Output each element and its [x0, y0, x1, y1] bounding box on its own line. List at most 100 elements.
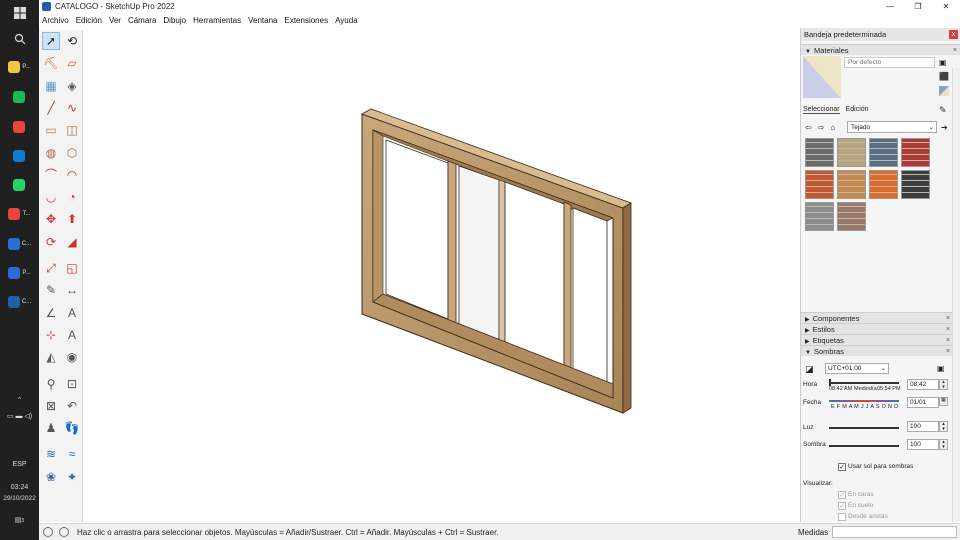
maximize-button[interactable]: ❐	[904, 0, 932, 13]
taskbar-app-7[interactable]: P...	[0, 262, 39, 284]
look-around-tool-icon[interactable]: ◉	[63, 348, 81, 366]
rotate-tool-icon[interactable]: ⟳	[42, 233, 60, 251]
model-viewport[interactable]	[83, 28, 800, 522]
three-point-arc-tool-icon[interactable]: ◡	[42, 188, 60, 206]
push-pull-tool-icon[interactable]: ⬆	[63, 210, 81, 228]
previous-tool-icon[interactable]: ↶	[63, 397, 81, 415]
back-arrow-icon[interactable]: ⇦	[805, 123, 812, 132]
material-swatch[interactable]	[837, 138, 866, 167]
luz-spinner[interactable]: ▴ ▾	[939, 421, 948, 432]
orbit-tool-icon[interactable]: ⟲	[63, 32, 81, 50]
materials-header[interactable]: ▼ Materiales ×	[801, 44, 960, 55]
details-toggle-icon[interactable]: ▣	[937, 364, 945, 373]
details-arrow-icon[interactable]: ➔	[941, 123, 948, 132]
hora-slider[interactable]	[829, 382, 899, 384]
desde-aristas-checkbox[interactable]	[838, 513, 846, 521]
clock-time[interactable]: 03:24	[0, 484, 39, 491]
polygon-tool-icon[interactable]: ⬡	[63, 144, 81, 162]
language-indicator[interactable]: ESP	[0, 461, 39, 468]
window-frame-model[interactable]	[83, 28, 800, 522]
rectangle-tool-icon[interactable]: ▭	[42, 121, 60, 139]
axes-tool-icon[interactable]: ⊹	[42, 326, 60, 344]
3d-text-tool-icon[interactable]: A	[63, 326, 81, 344]
taskbar-app-6[interactable]: C...	[0, 233, 39, 255]
model-materials-icon[interactable]: ⬛	[939, 72, 949, 81]
notification-icon[interactable]: ▤3	[0, 516, 39, 524]
close-button[interactable]: ✕	[932, 0, 960, 13]
timezone-select[interactable]: UTC+01:00 ⌄	[825, 363, 889, 374]
eraser-tool-icon[interactable]: ▱	[63, 54, 81, 72]
taskbar-app-8[interactable]: C...	[0, 291, 39, 313]
luz-slider[interactable]	[829, 427, 899, 429]
position-camera-tool-icon[interactable]: ♟	[42, 419, 60, 437]
windows-start-icon[interactable]	[0, 2, 39, 24]
offset-tool-icon[interactable]: ◱	[63, 259, 81, 277]
move-tool-icon[interactable]: ✥	[42, 210, 60, 228]
material-swatch[interactable]	[805, 138, 834, 167]
library-select[interactable]: Tejado ⌄	[847, 121, 937, 133]
menu-ayuda[interactable]: Ayuda	[335, 16, 358, 25]
tag-tool-tool-icon[interactable]: ◈	[63, 77, 81, 95]
freehand-tool-icon[interactable]: ∿	[63, 99, 81, 117]
sandbox-from-contours-tool-icon[interactable]: ≋	[42, 445, 60, 463]
tray-up-chevron-icon[interactable]: ⌃	[0, 396, 39, 404]
taskbar-app-2[interactable]	[0, 116, 39, 138]
tray-close-button[interactable]: x	[949, 30, 958, 39]
menu-ver[interactable]: Ver	[109, 16, 121, 25]
two-point-arc-tool-icon[interactable]: ◠	[63, 166, 81, 184]
material-swatch[interactable]	[837, 170, 866, 199]
etiquetas-header[interactable]: ▶ Etiquetas ×	[801, 334, 953, 345]
taskbar-app-5[interactable]: T...	[0, 203, 39, 225]
walk-tool-icon[interactable]: 👣	[63, 419, 81, 437]
taskbar-app-1[interactable]	[0, 86, 39, 108]
menu-edicion[interactable]: Edición	[76, 16, 102, 25]
rotated-rectangle-tool-icon[interactable]: ◫	[63, 121, 81, 139]
home-icon[interactable]: ⌂	[830, 123, 835, 132]
fecha-slider[interactable]	[829, 400, 899, 402]
show-shadows-toggle-icon[interactable]: ◪	[805, 364, 814, 375]
zoom-extents-tool-icon[interactable]: ⊠	[42, 397, 60, 415]
geolocation-icon[interactable]	[43, 527, 53, 537]
material-swatch[interactable]	[805, 202, 834, 231]
material-swatch[interactable]	[869, 170, 898, 199]
hora-slider-thumb[interactable]	[829, 379, 831, 386]
calendar-icon[interactable]: ▦	[939, 397, 948, 406]
material-swatch[interactable]	[901, 138, 930, 167]
default-material-icon[interactable]	[939, 86, 949, 96]
component-tool-icon[interactable]: ▦	[42, 77, 60, 95]
tape-measure-tool-icon[interactable]: ✎	[42, 281, 60, 299]
forward-arrow-icon[interactable]: ⇨	[818, 123, 825, 132]
tray-icons[interactable]: ▭ ▬ ◁)	[0, 412, 39, 420]
material-swatch[interactable]	[805, 170, 834, 199]
zoom-window-tool-icon[interactable]: ⊡	[63, 375, 81, 393]
select-tool-icon[interactable]: ➚	[42, 32, 60, 50]
menu-extensiones[interactable]: Extensiones	[284, 16, 328, 25]
menu-archivo[interactable]: Archivo	[42, 16, 69, 25]
create-material-icon[interactable]: ▣	[939, 58, 947, 67]
material-swatch[interactable]	[869, 138, 898, 167]
taskbar-app-0[interactable]: P...	[0, 56, 39, 78]
tab-edicion[interactable]: Edición	[846, 106, 869, 114]
luz-input[interactable]: 100	[907, 421, 939, 432]
menu-dibujo[interactable]: Dibujo	[163, 16, 186, 25]
hora-spinner[interactable]: ▴ ▾	[939, 379, 948, 390]
use-sun-checkbox[interactable]: ✓	[838, 463, 846, 471]
sombras-header[interactable]: ▼ Sombras ×	[801, 345, 953, 356]
tray-scrollbar[interactable]	[952, 68, 960, 522]
estilos-header[interactable]: ▶ Estilos ×	[801, 323, 953, 334]
sandbox-from-scratch-tool-icon[interactable]: ≈	[63, 445, 81, 463]
material-name-field[interactable]: Por defecto	[844, 57, 935, 68]
minimize-button[interactable]: —	[876, 0, 904, 13]
search-icon[interactable]	[0, 28, 39, 50]
paint-bucket-tool-icon[interactable]: ⛏	[42, 54, 60, 72]
pie-tool-icon[interactable]: ◔	[63, 188, 81, 206]
follow-me-tool-icon[interactable]: ◢	[63, 233, 81, 251]
section-plane-tool-icon[interactable]: ◭	[42, 348, 60, 366]
clock-date[interactable]: 29/10/2022	[0, 495, 39, 502]
en-caras-checkbox[interactable]: ✓	[838, 491, 846, 499]
sombras-close-icon[interactable]: ×	[946, 346, 950, 357]
line-tool-icon[interactable]: ╱	[42, 99, 60, 117]
materials-close-icon[interactable]: ×	[953, 45, 957, 56]
text-tool-icon[interactable]: A	[63, 304, 81, 322]
componentes-header[interactable]: ▶ Componentes ×	[801, 312, 953, 323]
